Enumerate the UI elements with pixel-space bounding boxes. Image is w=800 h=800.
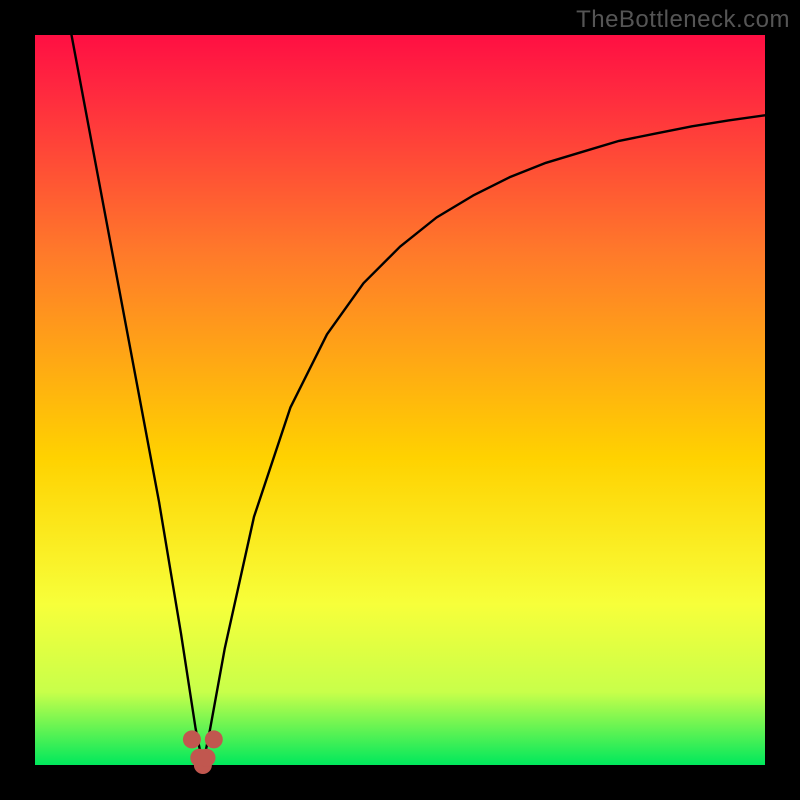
optimal-marker [183,730,201,748]
chart-frame: TheBottleneck.com [0,0,800,800]
optimal-marker [205,730,223,748]
plot-background [35,35,765,765]
watermark-text: TheBottleneck.com [576,6,790,34]
bottleneck-chart [0,0,800,800]
optimal-marker [198,749,216,767]
